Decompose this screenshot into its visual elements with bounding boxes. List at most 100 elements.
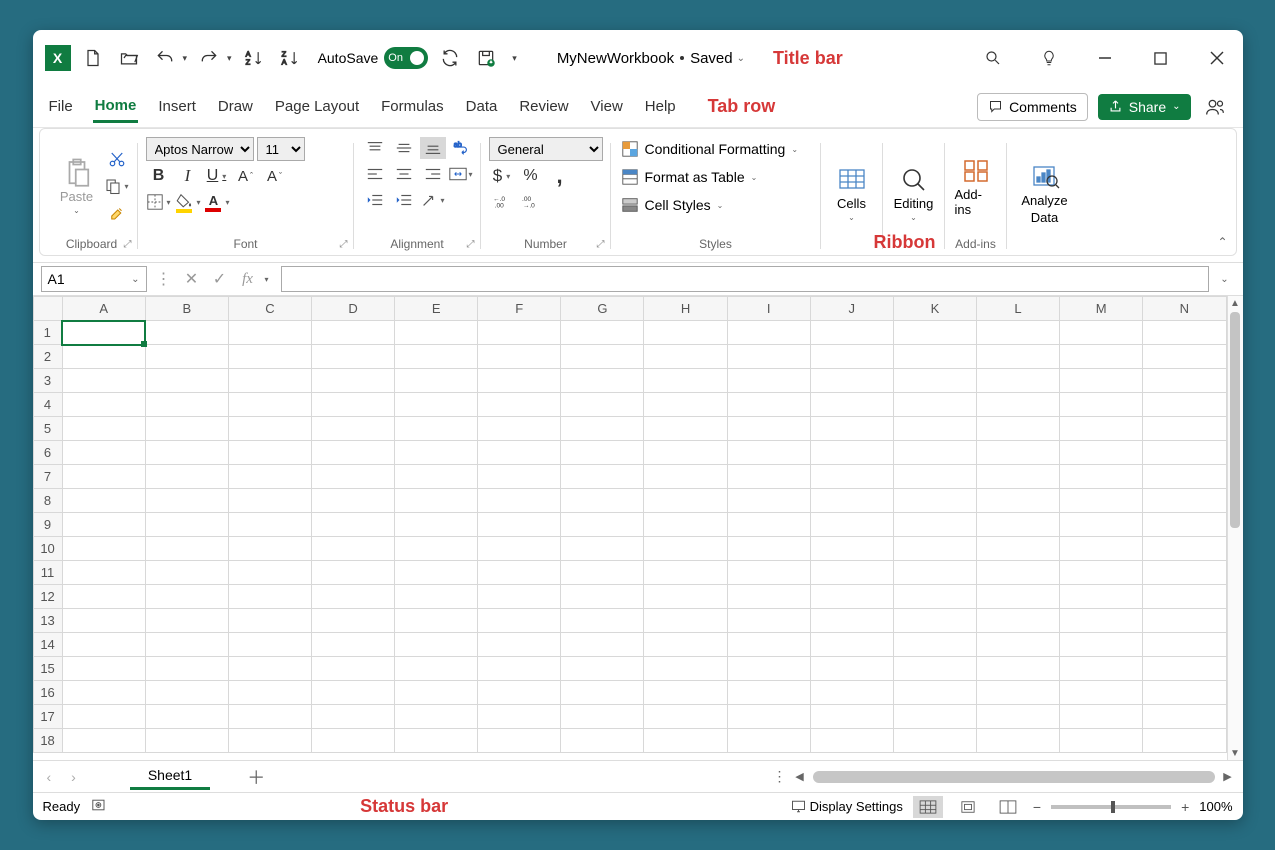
row-header[interactable]: 10: [33, 537, 62, 561]
enter-formula-icon[interactable]: ✓: [209, 268, 231, 290]
insert-function-icon[interactable]: fx: [237, 268, 259, 290]
workbook-title[interactable]: MyNewWorkbook Saved ⌄: [557, 50, 745, 67]
orientation-icon[interactable]: ▾: [420, 189, 446, 211]
col-header[interactable]: G: [561, 297, 644, 321]
align-middle-icon[interactable]: [391, 137, 417, 159]
align-right-icon[interactable]: [420, 163, 446, 185]
sort-desc-icon[interactable]: ZA: [276, 44, 304, 72]
scroll-down-icon[interactable]: ▼: [1228, 746, 1243, 760]
fill-color-icon[interactable]: ▾: [175, 191, 201, 213]
zoom-out-icon[interactable]: −: [1033, 799, 1041, 815]
col-header[interactable]: A: [62, 297, 145, 321]
launcher-clipboard-icon[interactable]: ⤢: [124, 239, 132, 250]
row-header[interactable]: 11: [33, 561, 62, 585]
row-header[interactable]: 4: [33, 393, 62, 417]
zoom-in-icon[interactable]: +: [1181, 799, 1189, 815]
row-header[interactable]: 12: [33, 585, 62, 609]
display-settings-button[interactable]: Display Settings: [791, 799, 903, 814]
name-box[interactable]: A1 ⌄: [41, 266, 147, 292]
undo-icon[interactable]: [151, 44, 179, 72]
row-header[interactable]: 15: [33, 657, 62, 681]
row-header[interactable]: 5: [33, 417, 62, 441]
col-header[interactable]: L: [976, 297, 1059, 321]
redo-dropdown-icon[interactable]: ▾: [227, 53, 232, 64]
row-header[interactable]: 8: [33, 489, 62, 513]
cell-a1[interactable]: [62, 321, 145, 345]
align-top-icon[interactable]: [362, 137, 388, 159]
tab-help[interactable]: Help: [643, 92, 678, 121]
paste-button[interactable]: Paste ⌄: [54, 137, 100, 235]
add-sheet-icon[interactable]: ＋: [240, 765, 272, 789]
select-all-corner[interactable]: [33, 297, 62, 321]
sheet-next-icon[interactable]: ›: [71, 769, 76, 785]
font-size-select[interactable]: 11: [257, 137, 305, 161]
tab-home[interactable]: Home: [93, 91, 139, 123]
name-box-menu-icon[interactable]: ⋮: [153, 268, 175, 290]
search-icon[interactable]: [979, 44, 1007, 72]
row-header[interactable]: 3: [33, 369, 62, 393]
spreadsheet-grid[interactable]: A B C D E F G H I J K L M N 1 2 3: [33, 296, 1227, 753]
currency-icon[interactable]: $▾: [489, 165, 515, 187]
row-header[interactable]: 9: [33, 513, 62, 537]
vertical-scrollbar[interactable]: ▲ ▼: [1227, 296, 1243, 760]
scroll-up-icon[interactable]: ▲: [1228, 296, 1243, 310]
col-header[interactable]: H: [644, 297, 727, 321]
comma-style-icon[interactable]: ,: [547, 165, 573, 187]
conditional-formatting-button[interactable]: Conditional Formatting⌄: [619, 137, 801, 161]
tab-data[interactable]: Data: [464, 92, 500, 121]
cut-icon[interactable]: [104, 148, 130, 170]
increase-decimal-icon[interactable]: ←.0.00: [489, 191, 515, 213]
formula-input[interactable]: [281, 266, 1209, 292]
scroll-right-icon[interactable]: ▶: [1221, 770, 1235, 783]
launcher-font-icon[interactable]: ⤢: [340, 239, 348, 250]
hscroll-thumb[interactable]: [813, 771, 1215, 783]
col-header[interactable]: J: [810, 297, 893, 321]
col-header[interactable]: F: [478, 297, 561, 321]
horizontal-scrollbar[interactable]: ⋮ ◀ ▶: [773, 768, 1243, 785]
view-page-layout-icon[interactable]: [953, 796, 983, 818]
tab-view[interactable]: View: [589, 92, 625, 121]
col-header[interactable]: C: [228, 297, 311, 321]
sheet-menu-icon[interactable]: ⋮: [773, 768, 787, 785]
expand-formula-bar-icon[interactable]: ⌄: [1215, 274, 1235, 285]
scroll-thumb[interactable]: [1230, 312, 1240, 528]
underline-button[interactable]: U▾: [204, 165, 230, 187]
macro-record-icon[interactable]: [92, 798, 108, 815]
col-header[interactable]: B: [145, 297, 228, 321]
scroll-left-icon[interactable]: ◀: [793, 770, 807, 783]
row-header[interactable]: 18: [33, 729, 62, 753]
number-format-select[interactable]: General: [489, 137, 603, 161]
undo-dropdown-icon[interactable]: ▾: [183, 53, 188, 64]
launcher-number-icon[interactable]: ⤢: [597, 239, 605, 250]
col-header[interactable]: M: [1060, 297, 1143, 321]
launcher-alignment-icon[interactable]: ⤢: [467, 239, 475, 250]
merge-center-icon[interactable]: ▾: [449, 164, 473, 184]
close-icon[interactable]: [1203, 44, 1231, 72]
col-header[interactable]: E: [395, 297, 478, 321]
decrease-decimal-icon[interactable]: .00→.0: [518, 191, 544, 213]
font-name-select[interactable]: Aptos Narrow: [146, 137, 254, 161]
sheet-prev-icon[interactable]: ‹: [47, 769, 52, 785]
tab-formulas[interactable]: Formulas: [379, 92, 446, 121]
addins-button[interactable]: Add-ins: [953, 137, 999, 235]
tab-draw[interactable]: Draw: [216, 92, 255, 121]
view-page-break-icon[interactable]: [993, 796, 1023, 818]
zoom-slider[interactable]: [1051, 805, 1171, 809]
percent-icon[interactable]: %: [518, 165, 544, 187]
row-header[interactable]: 2: [33, 345, 62, 369]
align-center-icon[interactable]: [391, 163, 417, 185]
collapse-ribbon-icon[interactable]: ⌃: [1217, 235, 1227, 249]
contact-icon[interactable]: [1201, 93, 1229, 121]
comments-button[interactable]: Comments: [977, 93, 1088, 121]
row-header[interactable]: 7: [33, 465, 62, 489]
cancel-formula-icon[interactable]: ✕: [181, 268, 203, 290]
col-header[interactable]: D: [311, 297, 394, 321]
copy-icon[interactable]: ▾: [104, 175, 130, 197]
tab-page-layout[interactable]: Page Layout: [273, 92, 361, 121]
row-header[interactable]: 17: [33, 705, 62, 729]
view-normal-icon[interactable]: [913, 796, 943, 818]
sync-icon[interactable]: [436, 44, 464, 72]
tab-insert[interactable]: Insert: [156, 92, 198, 121]
col-header[interactable]: I: [727, 297, 810, 321]
save-cloud-icon[interactable]: [472, 44, 500, 72]
